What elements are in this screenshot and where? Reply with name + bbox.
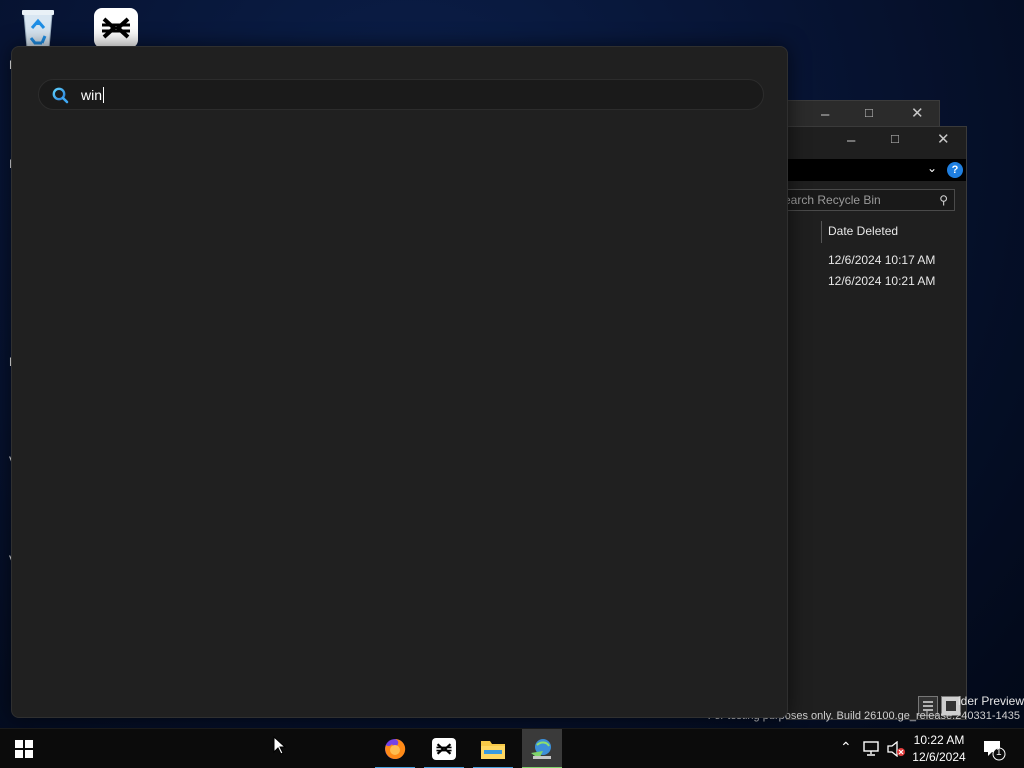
capcut-icon xyxy=(432,738,456,760)
windows-logo-icon xyxy=(15,740,33,758)
start-button[interactable] xyxy=(8,737,40,761)
background-window[interactable]: – □ ✕ xyxy=(786,100,940,128)
notification-count: 1 xyxy=(996,747,1002,758)
taskbar-capcut[interactable] xyxy=(424,729,464,768)
mouse-cursor-icon xyxy=(273,735,287,760)
chevron-down-icon[interactable]: ⌄ xyxy=(927,161,937,175)
ribbon-bar: ⌄ ? xyxy=(787,159,966,181)
recycle-bin-window[interactable]: – □ ✕ ⌄ ? Search Recycle Bin ⚲ Date Dele… xyxy=(776,126,967,720)
notification-center-icon[interactable]: 1 xyxy=(982,739,1006,766)
close-icon[interactable]: ✕ xyxy=(937,132,950,147)
firefox-icon xyxy=(385,738,406,759)
taskbar: ⌃ 10:22 AM 12/6/2024 1 xyxy=(0,728,1024,768)
minimize-icon[interactable]: – xyxy=(847,133,855,148)
minimize-icon[interactable]: – xyxy=(821,107,829,122)
system-clock[interactable]: 10:22 AM 12/6/2024 xyxy=(906,732,972,766)
idm-icon xyxy=(531,739,551,759)
clock-time: 10:22 AM xyxy=(913,733,965,747)
table-row[interactable]: 12/6/2024 10:17 AM xyxy=(828,253,935,267)
help-icon[interactable]: ? xyxy=(947,162,963,178)
recycle-bin-search-input[interactable]: Search Recycle Bin ⚲ xyxy=(776,189,955,211)
watermark-edition: Insider Preview xyxy=(958,694,1024,708)
search-flyout: win xyxy=(11,46,788,718)
column-header-date-deleted[interactable]: Date Deleted xyxy=(828,224,898,238)
taskbar-file-explorer[interactable] xyxy=(473,729,513,768)
network-icon[interactable] xyxy=(862,741,880,762)
search-input[interactable]: win xyxy=(38,79,764,110)
search-query: win xyxy=(81,87,103,103)
close-icon[interactable]: ✕ xyxy=(911,106,924,121)
capcut-desktop-icon[interactable] xyxy=(94,8,138,48)
maximize-icon[interactable]: □ xyxy=(891,132,899,145)
taskbar-firefox[interactable] xyxy=(375,729,415,768)
search-icon: ⚲ xyxy=(939,193,948,207)
text-caret xyxy=(103,87,105,103)
taskbar-internet-download-manager[interactable] xyxy=(522,729,562,768)
clock-date: 12/6/2024 xyxy=(912,750,966,764)
column-separator[interactable] xyxy=(821,221,822,243)
search-icon xyxy=(52,87,69,109)
folder-icon xyxy=(481,741,505,759)
table-row[interactable]: 12/6/2024 10:21 AM xyxy=(828,274,935,288)
maximize-icon[interactable]: □ xyxy=(865,106,873,119)
search-placeholder: Search Recycle Bin xyxy=(776,193,881,207)
chevron-up-icon[interactable]: ⌃ xyxy=(840,739,852,756)
volume-muted-icon[interactable] xyxy=(886,740,906,762)
